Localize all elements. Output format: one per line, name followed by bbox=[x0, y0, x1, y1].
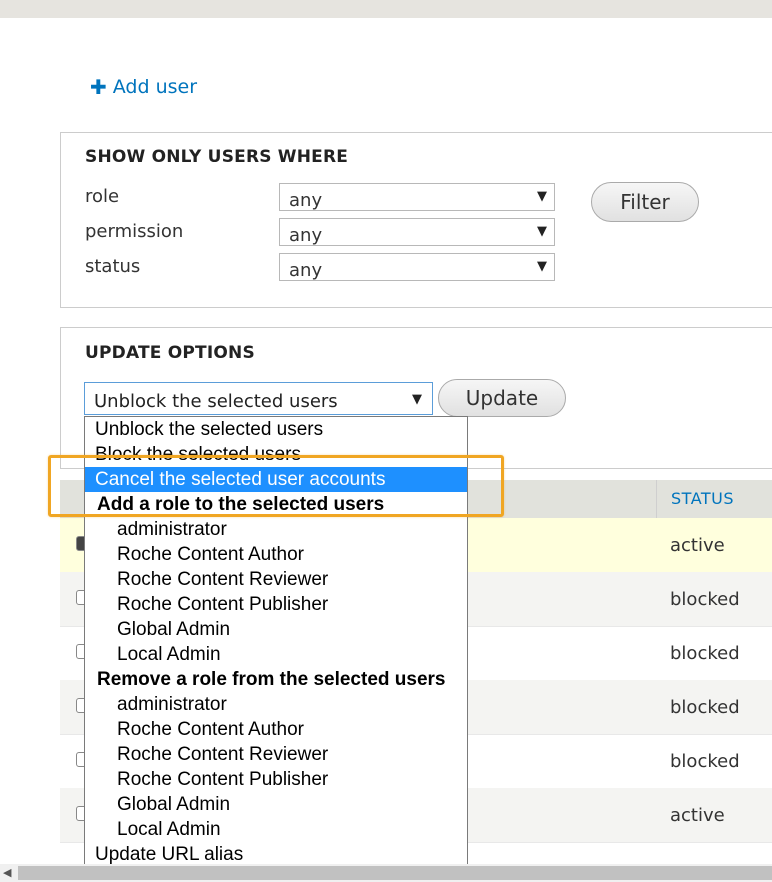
dropdown-option[interactable]: Local Admin bbox=[85, 642, 467, 667]
chevron-down-icon: ▼ bbox=[537, 224, 547, 239]
row-status: blocked bbox=[670, 589, 740, 610]
dropdown-option[interactable]: Roche Content Publisher bbox=[85, 592, 467, 617]
dropdown-option[interactable]: Roche Content Reviewer bbox=[85, 742, 467, 767]
dropdown-option[interactable]: Roche Content Author bbox=[85, 542, 467, 567]
dropdown-option[interactable]: Global Admin bbox=[85, 617, 467, 642]
role-select-value: any bbox=[289, 190, 323, 211]
permission-select[interactable]: any ▼ bbox=[279, 218, 555, 246]
filter-panel: SHOW ONLY USERS WHERE role any ▼ permiss… bbox=[60, 132, 772, 308]
chevron-down-icon: ▼ bbox=[412, 392, 422, 407]
plus-icon: ✚ bbox=[90, 75, 107, 99]
status-select-value: any bbox=[289, 260, 323, 281]
add-user-link[interactable]: ✚ Add user bbox=[90, 76, 197, 98]
top-bar bbox=[0, 0, 772, 18]
status-label: status bbox=[85, 256, 141, 277]
chevron-down-icon: ▼ bbox=[537, 189, 547, 204]
highlight-box bbox=[48, 455, 504, 517]
row-status: blocked bbox=[670, 751, 740, 772]
row-status: blocked bbox=[670, 697, 740, 718]
row-status: active bbox=[670, 535, 725, 556]
dropdown-option[interactable]: administrator bbox=[85, 692, 467, 717]
status-column-header[interactable]: STATUS bbox=[656, 480, 734, 518]
scrollbar-thumb[interactable] bbox=[18, 866, 772, 880]
status-select[interactable]: any ▼ bbox=[279, 253, 555, 281]
dropdown-option[interactable]: Unblock the selected users bbox=[85, 417, 467, 442]
filter-button[interactable]: Filter bbox=[591, 182, 699, 222]
permission-select-value: any bbox=[289, 225, 323, 246]
update-action-select[interactable]: Unblock the selected users ▼ bbox=[84, 382, 433, 415]
update-action-value: Unblock the selected users bbox=[94, 391, 338, 412]
dropdown-option[interactable]: administrator bbox=[85, 517, 467, 542]
dropdown-option[interactable]: Local Admin bbox=[85, 817, 467, 842]
filter-panel-title: SHOW ONLY USERS WHERE bbox=[85, 147, 349, 167]
role-label: role bbox=[85, 186, 120, 207]
update-options-title: UPDATE OPTIONS bbox=[85, 343, 255, 363]
chevron-down-icon: ▼ bbox=[537, 259, 547, 274]
dropdown-option[interactable]: Global Admin bbox=[85, 792, 467, 817]
scroll-left-icon[interactable]: ◀ bbox=[3, 866, 11, 879]
dropdown-optgroup-label: Remove a role from the selected users bbox=[97, 669, 446, 690]
row-status: blocked bbox=[670, 643, 740, 664]
update-button[interactable]: Update bbox=[438, 379, 566, 417]
add-user-label: Add user bbox=[112, 76, 198, 98]
dropdown-option[interactable]: Roche Content Reviewer bbox=[85, 567, 467, 592]
horizontal-scrollbar[interactable]: ◀ bbox=[0, 864, 772, 882]
role-select[interactable]: any ▼ bbox=[279, 183, 555, 211]
permission-label: permission bbox=[85, 221, 184, 242]
row-status: active bbox=[670, 805, 725, 826]
dropdown-option[interactable]: Roche Content Publisher bbox=[85, 767, 467, 792]
dropdown-option[interactable]: Roche Content Author bbox=[85, 717, 467, 742]
